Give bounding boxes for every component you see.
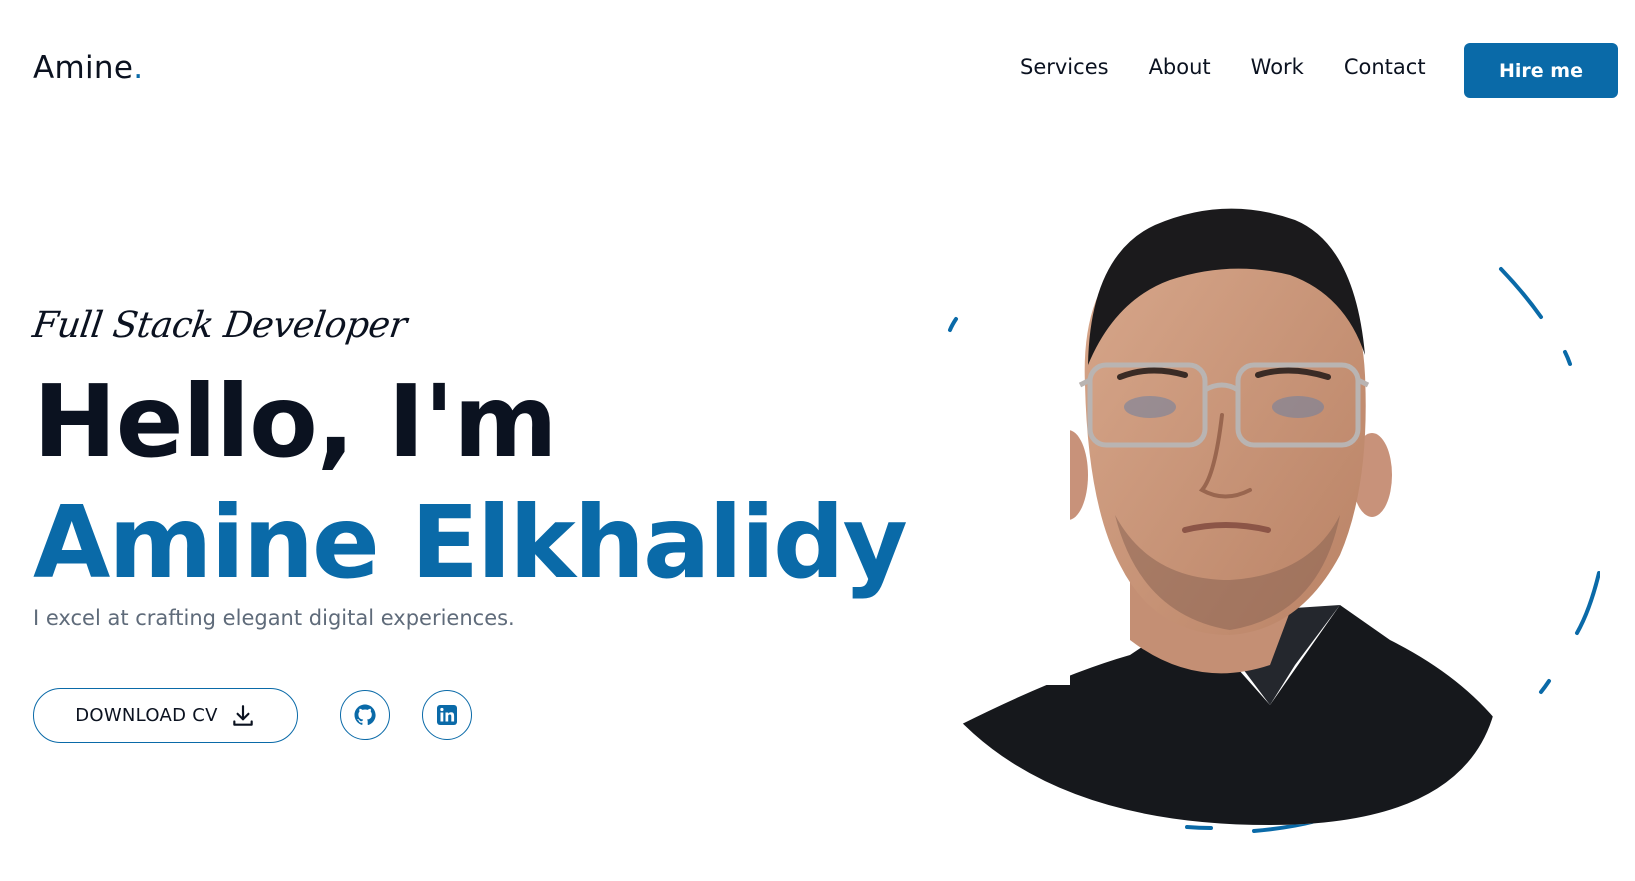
- logo-text: Amine: [33, 50, 134, 86]
- nav-about[interactable]: About: [1149, 55, 1211, 79]
- nav-work[interactable]: Work: [1251, 55, 1304, 79]
- linkedin-link[interactable]: [422, 690, 472, 740]
- profile-photo: [940, 185, 1500, 825]
- github-link[interactable]: [340, 690, 390, 740]
- download-icon: [233, 704, 253, 726]
- github-icon: [354, 704, 376, 726]
- logo[interactable]: Amine.: [33, 50, 143, 86]
- portfolio-page: Amine. Services About Work Contact Hire …: [0, 0, 1635, 881]
- main-nav: Services About Work Contact: [1020, 55, 1466, 79]
- nav-services[interactable]: Services: [1020, 55, 1109, 79]
- logo-dot: .: [133, 50, 144, 86]
- greeting-heading: Hello, I'm: [33, 363, 558, 480]
- linkedin-icon: [437, 705, 457, 725]
- nav-contact[interactable]: Contact: [1344, 55, 1426, 79]
- tagline: I excel at crafting elegant digital expe…: [33, 606, 515, 630]
- role-subtitle: Full Stack Developer: [30, 305, 410, 346]
- portrait-area: [940, 185, 1600, 875]
- hire-me-button[interactable]: Hire me: [1464, 43, 1618, 98]
- name-heading: Amine Elkhalidy: [33, 484, 908, 601]
- site-header: Amine. Services About Work Contact Hire …: [0, 0, 1635, 140]
- download-cv-label: DOWNLOAD CV: [75, 705, 218, 726]
- download-cv-button[interactable]: DOWNLOAD CV: [33, 688, 298, 743]
